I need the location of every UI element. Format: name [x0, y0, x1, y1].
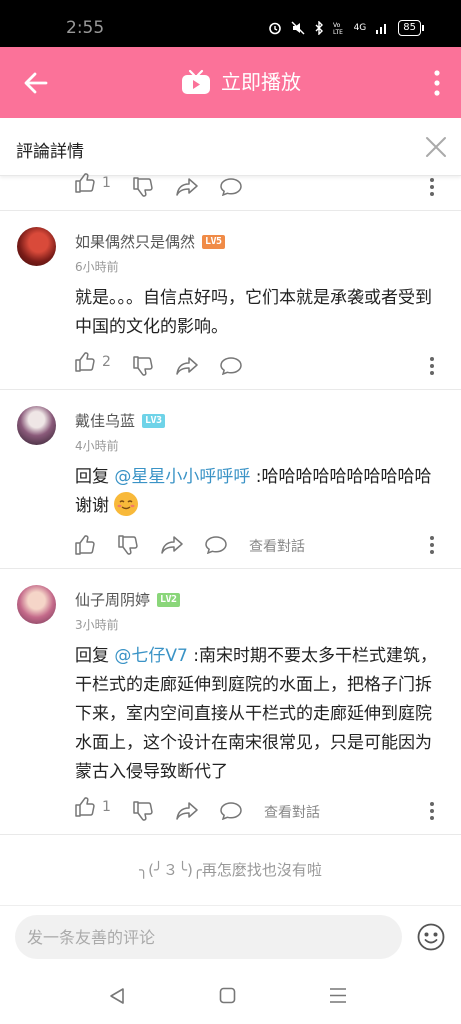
thumbs-down-icon[interactable] [133, 356, 154, 376]
share-icon[interactable] [161, 536, 183, 554]
close-icon[interactable] [425, 136, 447, 158]
comment-text: 就是。。。自信点好吗，它们本就是承袭或者受到中国的文化的影响。 [75, 288, 432, 337]
comment-input[interactable] [15, 915, 402, 959]
comment-author[interactable]: 如果偶然只是偶然 LV5 [75, 231, 225, 252]
comment-more-icon[interactable] [429, 801, 435, 821]
svg-text:Vo: Vo [333, 22, 341, 29]
comment-actions: 2 [0, 352, 461, 382]
system-navigation-bar [0, 967, 461, 1024]
like-count: 1 [102, 799, 111, 815]
username: 仙子周阴婷 [75, 591, 151, 609]
comment-time: 4小時前 [75, 439, 119, 453]
volte-icon: VoLTE [333, 22, 343, 35]
svg-text:LTE: LTE [333, 29, 343, 35]
mute-icon [291, 21, 305, 35]
status-bar: 2:55 Vo LTE 4G 85 [0, 0, 461, 47]
end-of-list-message: ╮(╯３╰)╭再怎麼找也沒有啦 [139, 861, 322, 879]
like-button[interactable]: 2 [75, 352, 111, 372]
reply-text: :南宋时期不要太多干栏式建筑，干栏式的走廊延伸到庭院的水面上，把格子门拆下来，室… [75, 646, 437, 782]
comment-detail-title: 評論詳情 [16, 142, 84, 162]
thumbs-down-icon[interactable] [133, 801, 154, 821]
like-button[interactable]: 1 [75, 797, 111, 817]
network-type: 4G [353, 23, 367, 33]
comment-more-icon[interactable] [429, 177, 435, 197]
share-icon[interactable] [176, 802, 198, 820]
comment-input-wrapper [15, 915, 402, 959]
comment-text: 回复 @七仔V7 :南宋时期不要太多干栏式建筑，干栏式的走廊延伸到庭院的水面上，… [75, 642, 447, 787]
reply-bubble-icon[interactable] [205, 536, 227, 554]
thumbs-up-icon [75, 797, 95, 817]
comment-detail-header: 評論詳情 [0, 118, 461, 176]
view-conversation-link[interactable]: 查看對話 [249, 536, 305, 556]
divider [0, 210, 461, 211]
thumbs-up-icon[interactable] [75, 535, 96, 555]
alarm-icon [268, 22, 281, 35]
reply-bubble-icon[interactable] [220, 357, 242, 375]
bluetooth-icon [315, 21, 323, 35]
comment-time: 3小時前 [75, 618, 119, 632]
thumbs-up-icon [75, 352, 95, 372]
comment-text: 回复 @星星小小呼呼呼 :哈哈哈哈哈哈哈哈哈哈谢谢 [75, 463, 447, 521]
app-bar: 立即播放 [0, 47, 461, 118]
nav-home-icon[interactable] [219, 987, 236, 1004]
like-count: 1 [102, 175, 111, 191]
comment-actions: 1 查看對話 [0, 797, 461, 827]
reply-bubble-icon[interactable] [220, 178, 242, 196]
reply-prefix: 回复 [75, 467, 115, 487]
comment-more-icon[interactable] [429, 356, 435, 376]
divider [0, 389, 461, 390]
back-arrow-icon[interactable] [22, 69, 50, 97]
comment-author[interactable]: 仙子周阴婷 LV2 [75, 589, 180, 610]
mention-link[interactable]: @七仔V7 [114, 646, 187, 666]
battery-level: 85 [398, 20, 424, 36]
mention-link[interactable]: @星星小小呼呼呼 [114, 467, 250, 487]
divider [0, 568, 461, 569]
emoji-icon[interactable] [417, 923, 445, 951]
status-time: 2:55 [66, 18, 105, 38]
avatar[interactable] [17, 227, 56, 266]
comment-actions: 1 [0, 173, 461, 203]
level-badge: LV3 [142, 413, 165, 428]
nav-back-icon[interactable] [108, 987, 126, 1005]
avatar[interactable] [17, 585, 56, 624]
thumbs-down-icon[interactable] [118, 535, 139, 555]
app-bar-title: 立即播放 [221, 70, 301, 94]
reply-prefix: 回复 [75, 646, 115, 666]
comment-actions: 查看對話 [0, 531, 461, 561]
comment-author[interactable]: 戴佳乌蓝 LV3 [75, 410, 165, 431]
comment-time: 6小時前 [75, 260, 119, 274]
like-button[interactable]: 1 [75, 173, 111, 193]
view-conversation-link[interactable]: 查看對話 [264, 802, 320, 822]
more-vertical-icon[interactable] [433, 70, 441, 96]
divider [0, 834, 461, 835]
thumbs-down-icon[interactable] [133, 177, 154, 197]
comment-more-icon[interactable] [429, 535, 435, 555]
comment-input-bar [0, 905, 461, 967]
tv-play-icon [182, 69, 210, 94]
status-icons: Vo LTE 4G 85 [268, 20, 424, 36]
share-icon[interactable] [176, 357, 198, 375]
username: 如果偶然只是偶然 [75, 233, 196, 251]
username: 戴佳乌蓝 [75, 412, 136, 430]
smile-emoji-icon [114, 492, 139, 516]
reply-bubble-icon[interactable] [220, 802, 242, 820]
level-badge: LV5 [202, 234, 225, 249]
share-icon[interactable] [176, 178, 198, 196]
thumbs-up-icon [75, 173, 95, 193]
nav-recents-icon[interactable] [329, 987, 347, 1004]
avatar[interactable] [17, 406, 56, 445]
like-count: 2 [102, 354, 111, 370]
level-badge: LV2 [157, 592, 180, 607]
play-now-button[interactable]: 立即播放 [181, 68, 301, 96]
signal-icon [376, 24, 387, 34]
